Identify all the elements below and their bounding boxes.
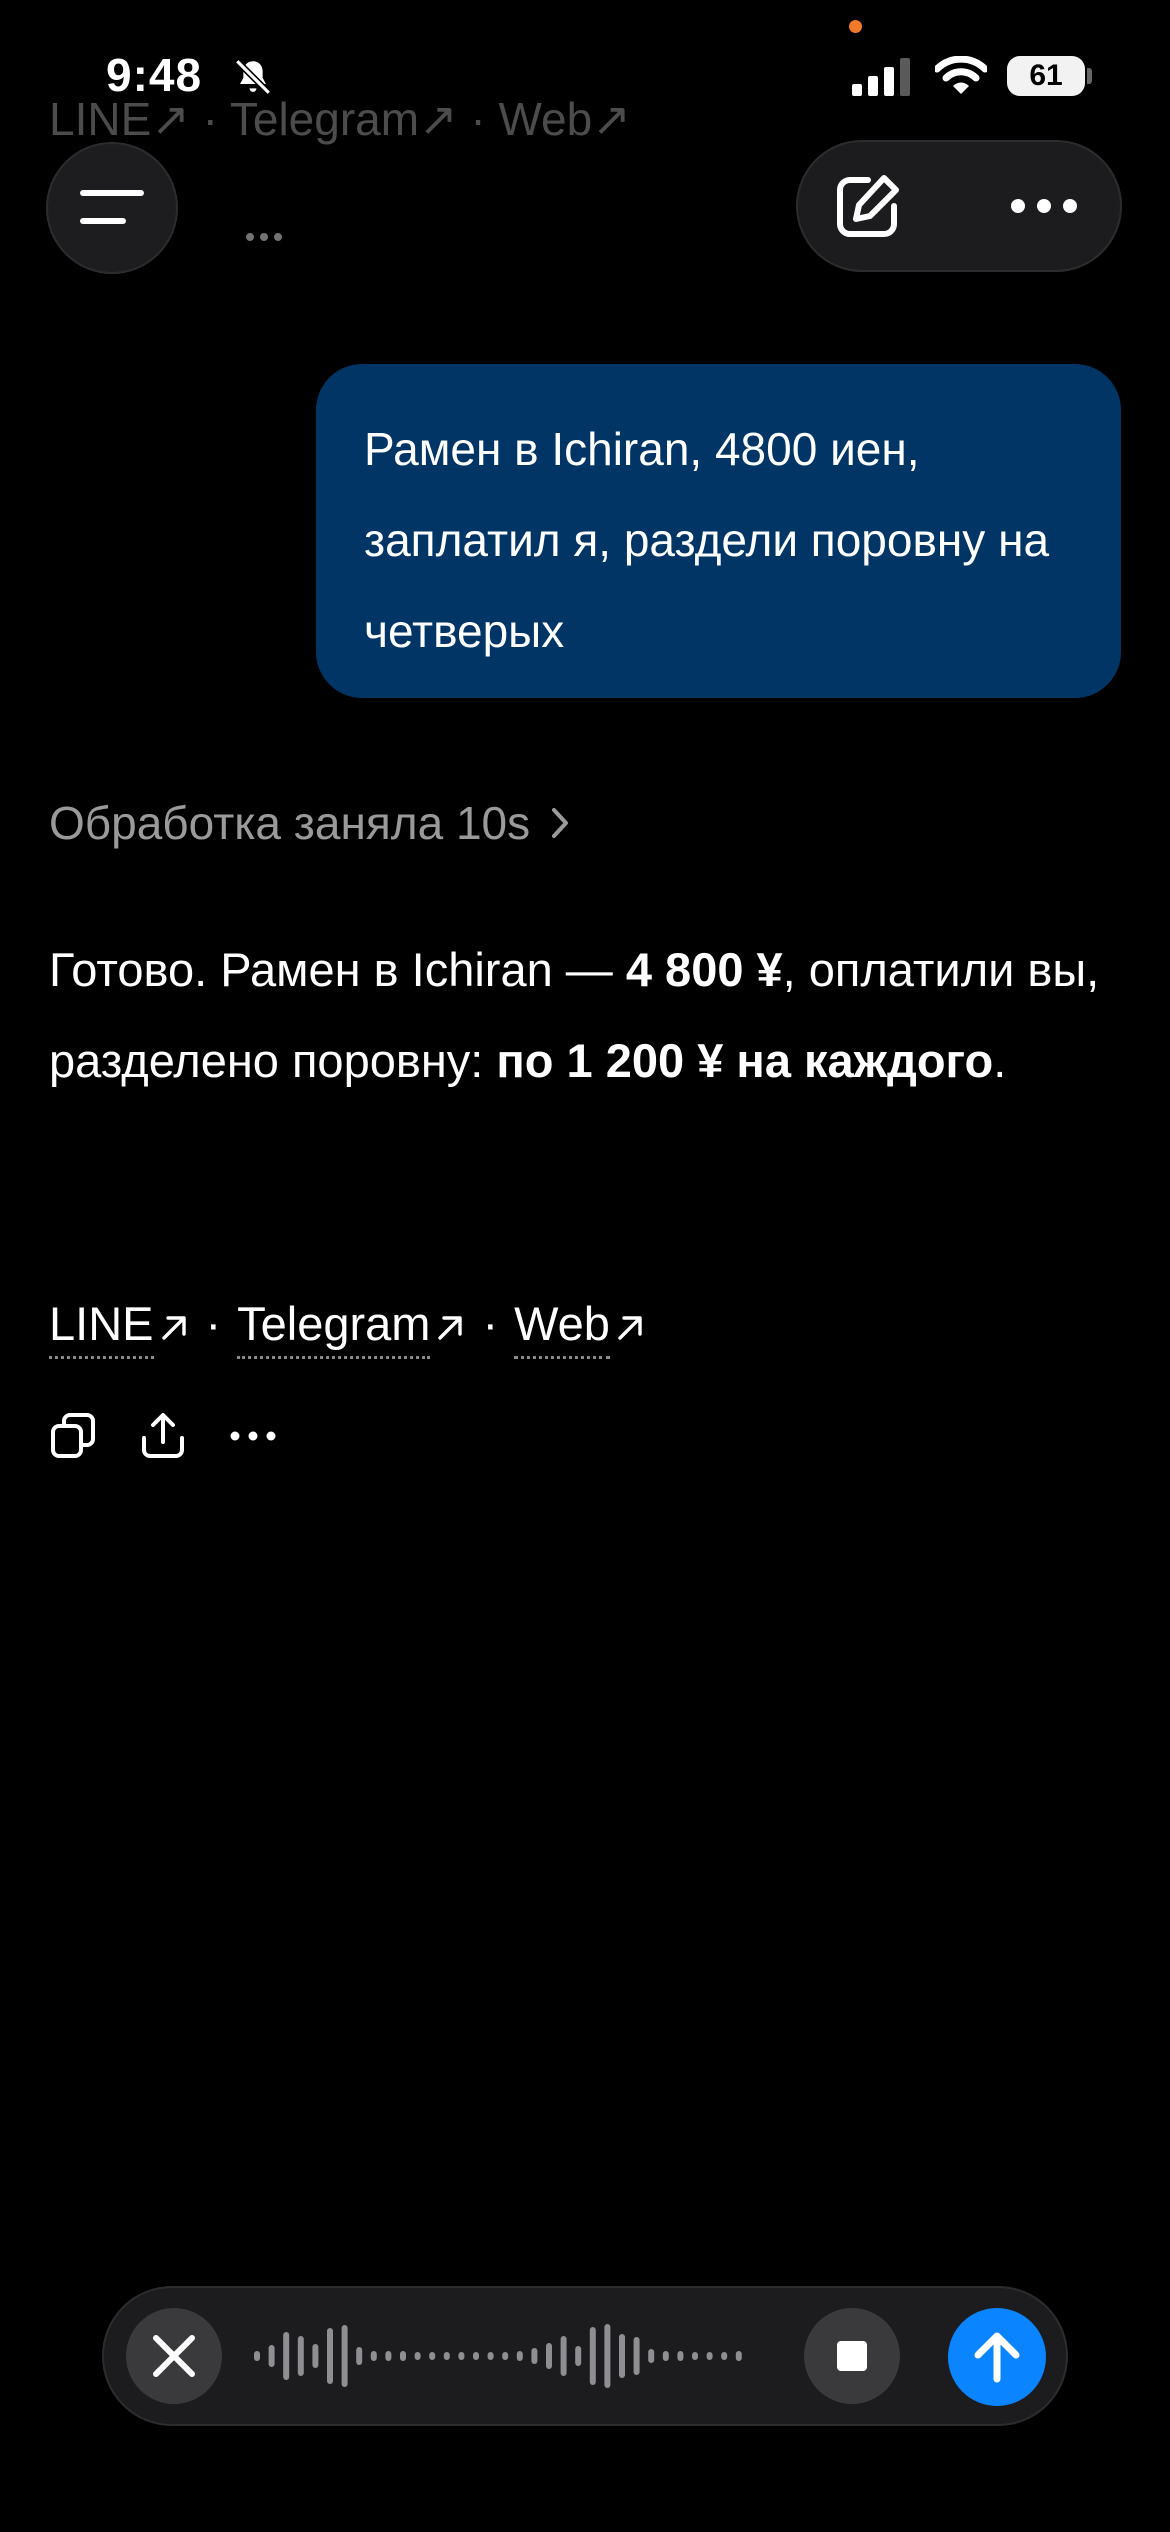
waveform-bar: [692, 2352, 698, 2360]
link-telegram[interactable]: Telegram: [237, 1296, 466, 1359]
link-label: Telegram: [237, 1297, 431, 1359]
wifi-icon: [935, 56, 987, 94]
waveform-bar: [370, 2351, 377, 2361]
battery-nub: [1087, 68, 1092, 84]
waveform-bar: [414, 2352, 421, 2360]
separator: ·: [482, 1297, 499, 1350]
copy-icon: [51, 1413, 95, 1458]
waveform-bar: [633, 2337, 640, 2375]
waveform-bar: [429, 2352, 436, 2360]
waveform-bar: [487, 2352, 494, 2360]
waveform-bar: [297, 2336, 304, 2376]
waveform-bar: [575, 2346, 582, 2366]
menu-icon: [80, 190, 144, 224]
external-arrow-icon: [161, 1315, 186, 1340]
separator: ·: [205, 1297, 222, 1350]
chevron-right-icon: [552, 808, 569, 838]
close-icon: [153, 2335, 195, 2377]
waveform-bar: [677, 2351, 684, 2361]
waveform-bar: [589, 2327, 596, 2385]
more-icon: [1011, 199, 1077, 213]
copy-button[interactable]: [50, 1412, 96, 1460]
waveform-bar: [546, 2343, 552, 2369]
menu-button[interactable]: [46, 142, 178, 274]
waveform-bar: [268, 2345, 275, 2367]
waveform-bar: [400, 2351, 406, 2361]
link-label: Web: [514, 1297, 610, 1359]
waveform-bar: [312, 2344, 319, 2368]
waveform-bar: [604, 2324, 611, 2388]
waveform-bar: [502, 2352, 509, 2360]
waveform-bar: [341, 2325, 348, 2387]
reply-share: по 1 200 ¥ на каждого: [496, 1034, 994, 1087]
share-button[interactable]: [140, 1412, 186, 1460]
waveform-bar: [283, 2332, 290, 2380]
stop-icon: [837, 2341, 867, 2371]
edit-icon: [837, 175, 899, 237]
voice-composer: [102, 2286, 1068, 2426]
message-actions: [50, 1412, 320, 1460]
waveform-bar: [648, 2349, 655, 2363]
waveform-bar: [385, 2351, 392, 2361]
cancel-recording-button[interactable]: [126, 2308, 222, 2404]
stop-recording-button[interactable]: [804, 2308, 900, 2404]
link-line[interactable]: LINE: [49, 1296, 190, 1359]
cellular-signal-icon: [852, 58, 910, 96]
waveform-bar: [560, 2336, 567, 2376]
external-arrow-icon: [618, 1315, 642, 1340]
waveform-bar: [721, 2352, 728, 2360]
assistant-reply: Готово. Рамен в Ichiran — 4 800 ¥, оплат…: [49, 924, 1129, 1106]
waveform-bar: [327, 2328, 333, 2384]
camera-indicator: [849, 20, 862, 33]
waveform-bar: [735, 2351, 742, 2361]
external-arrow-icon: [438, 1315, 463, 1340]
new-chat-button[interactable]: [832, 172, 902, 247]
top-actions-pill: [796, 140, 1122, 272]
send-button[interactable]: [948, 2308, 1046, 2406]
share-icon: [142, 1413, 184, 1458]
faded-link-line: LINE↗ · Telegram↗ · Web↗: [49, 93, 631, 145]
waveform-bar: [706, 2352, 713, 2360]
reply-total: 4 800 ¥: [625, 943, 783, 996]
audio-waveform: [254, 2324, 742, 2388]
waveform-bar: [473, 2352, 479, 2360]
processing-label: Обработка заняла 10s: [49, 797, 531, 849]
reply-text: .: [993, 1034, 1007, 1087]
waveform-bar: [254, 2351, 260, 2361]
reply-text: Готово. Рамен в Ichiran —: [49, 943, 626, 996]
more-icon: [230, 1431, 276, 1441]
waveform-bar: [516, 2351, 523, 2361]
link-label: LINE: [49, 1297, 154, 1359]
source-links: LINE · Telegram · Web: [49, 1296, 646, 1359]
waveform-bar: [662, 2351, 669, 2361]
processing-time-toggle[interactable]: Обработка заняла 10s: [49, 796, 570, 850]
battery-indicator: 61: [1007, 56, 1085, 96]
waveform-bar: [531, 2348, 538, 2364]
link-web[interactable]: Web: [514, 1296, 646, 1359]
more-actions-button[interactable]: [230, 1430, 276, 1442]
waveform-bar: [619, 2334, 625, 2378]
waveform-bar: [443, 2352, 450, 2360]
waveform-bar: [458, 2352, 465, 2360]
user-message-bubble: Рамен в Ichiran, 4800 иен, заплатил я, р…: [316, 364, 1121, 698]
more-options-button[interactable]: [1010, 198, 1078, 219]
waveform-bar: [356, 2347, 363, 2365]
send-arrow-icon: [974, 2332, 1020, 2383]
